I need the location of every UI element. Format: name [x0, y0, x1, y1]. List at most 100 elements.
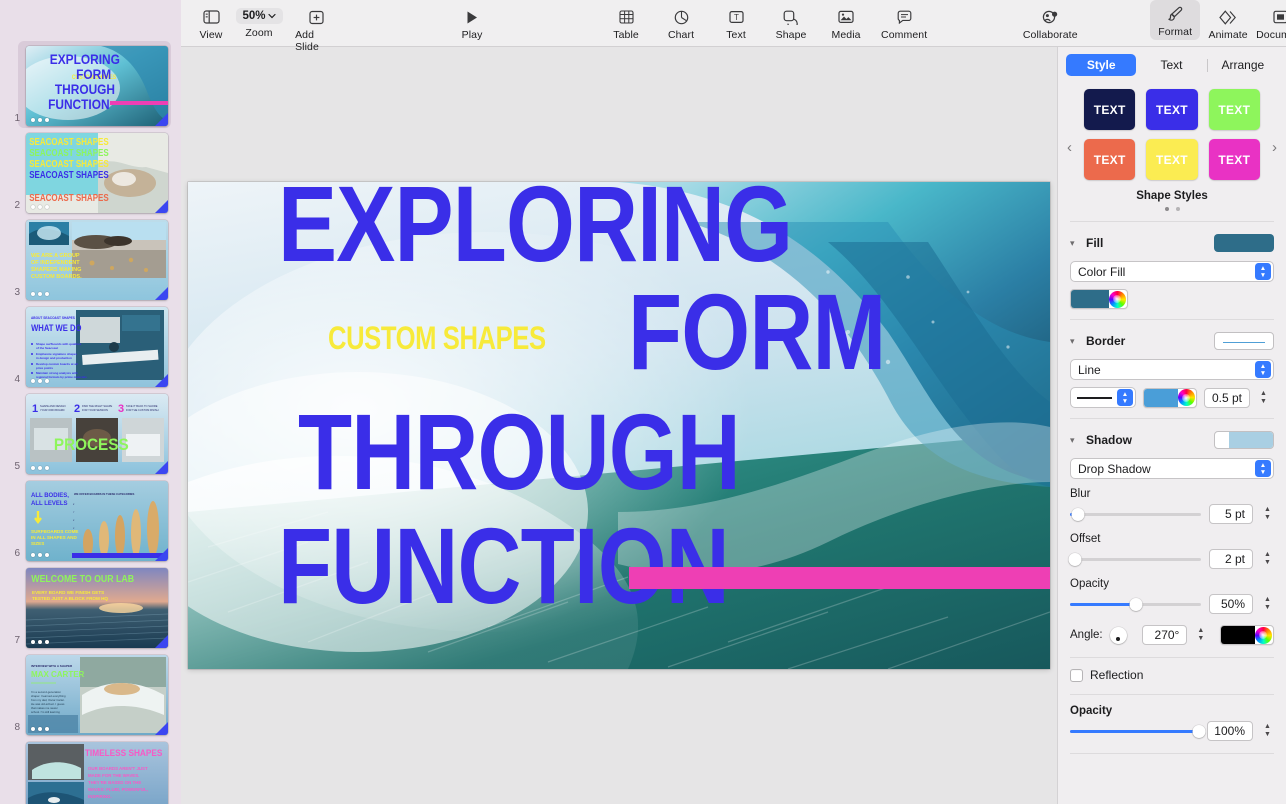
- slide-thumbnail-row[interactable]: 5 1 2 3 SHAPE AND DESIGN YOUR OWN BOARD F…: [0, 388, 181, 474]
- comment-button[interactable]: Comment: [881, 0, 927, 41]
- media-button[interactable]: Media: [826, 0, 866, 41]
- format-button[interactable]: Format: [1150, 0, 1201, 40]
- tab-style[interactable]: Style: [1066, 54, 1137, 76]
- fill-type-select[interactable]: Color Fill ▲ ▼: [1070, 261, 1274, 282]
- chevron-left-icon[interactable]: ‹: [1067, 139, 1072, 156]
- play-button[interactable]: Play: [452, 0, 492, 41]
- slide-thumbnail-row[interactable]: 4 ABOUT SEACOAST SHAPES WHAT WE DO Shape…: [0, 301, 181, 387]
- slide-thumbnail-row[interactable]: 8 INTERVIEW WITH A SHAPER MAX CARTER I'm…: [0, 649, 181, 735]
- table-button[interactable]: Table: [606, 0, 646, 41]
- slide-thumbnail[interactable]: ABOUT SEACOAST SHAPES WHAT WE DO Shape s…: [26, 307, 168, 387]
- slide-subtitle-tag[interactable]: CUSTOM SHAPES: [328, 322, 546, 354]
- border-width-stepper-icon[interactable]: ▲ ▼: [1257, 388, 1270, 408]
- reflection-row[interactable]: Reflection: [1058, 668, 1286, 682]
- pager-dot-2[interactable]: [1175, 207, 1180, 211]
- chevron-right-icon[interactable]: ›: [1272, 139, 1277, 156]
- slide-thumbnail[interactable]: INTERVIEW WITH A SHAPER MAX CARTER I'm a…: [26, 655, 168, 735]
- slide-thumbnail[interactable]: 1 2 3 SHAPE AND DESIGN YOUR OWN BOARD FIN…: [26, 394, 168, 474]
- shadow-opacity-knob[interactable]: [1129, 597, 1142, 611]
- angle-stepper-icon[interactable]: ▲ ▼: [1194, 625, 1207, 645]
- slide-thumbnail[interactable]: SEACOAST SHAPES SEACOAST SHAPES SEACOAST…: [26, 133, 168, 213]
- fill-color-well[interactable]: [1070, 289, 1128, 309]
- border-color-swatch[interactable]: [1144, 388, 1178, 407]
- accent-bar-shape[interactable]: [629, 567, 1050, 589]
- text-button[interactable]: T Text: [716, 0, 756, 41]
- slide-title-line-3[interactable]: THROUGH: [298, 398, 741, 506]
- shape-style-swatch-3[interactable]: TEXT: [1208, 89, 1260, 130]
- shape-style-swatch-2[interactable]: TEXT: [1146, 89, 1198, 130]
- slide-thumbnail-row[interactable]: 2 SEACOAST SHAPES SEACOAST SHAPES SEACOA…: [0, 127, 181, 213]
- shape-style-swatch-5[interactable]: TEXT: [1146, 139, 1198, 180]
- shadow-opacity-stepper-icon[interactable]: ▲ ▼: [1261, 594, 1274, 614]
- slide-thumbnail-row[interactable]: 9 TIMELESS SHAPES OUR BOARDS AREN'T JUST…: [0, 736, 181, 804]
- collaborate-button[interactable]: Collaborate: [1023, 0, 1078, 41]
- shadow-disclosure-icon[interactable]: ▾: [1070, 435, 1080, 446]
- animate-button[interactable]: Animate: [1208, 0, 1248, 41]
- pager-dot-1[interactable]: [1164, 207, 1169, 211]
- tab-text[interactable]: Text: [1136, 54, 1206, 76]
- border-disclosure-icon[interactable]: ▾: [1070, 336, 1080, 347]
- opacity-knob[interactable]: [1192, 724, 1206, 738]
- border-width-field[interactable]: 0.5 pt: [1204, 387, 1250, 408]
- add-slide-button[interactable]: Add Slide: [295, 0, 338, 53]
- border-type-select[interactable]: Line ▲ ▼: [1070, 359, 1274, 380]
- shape-style-swatch-4[interactable]: TEXT: [1084, 139, 1136, 180]
- blur-field[interactable]: 5 pt: [1209, 504, 1253, 524]
- border-section-header[interactable]: ▾ Border: [1058, 330, 1286, 352]
- shadow-color-well[interactable]: [1220, 625, 1274, 645]
- offset-stepper-icon[interactable]: ▲ ▼: [1261, 549, 1274, 569]
- shadow-type-stepper-icon[interactable]: ▲ ▼: [1255, 460, 1271, 477]
- slide-thumbnail[interactable]: WELCOME TO OUR LAB EVERY BOARD WE FINISH…: [26, 568, 168, 648]
- offset-knob[interactable]: [1068, 552, 1082, 566]
- color-wheel-icon[interactable]: [1108, 290, 1126, 308]
- shape-style-swatch-1[interactable]: TEXT: [1084, 89, 1136, 130]
- slide-title-line-1[interactable]: EXPLORING: [278, 182, 793, 278]
- zoom-control[interactable]: 50% Zoom: [235, 0, 283, 39]
- slide-thumbnail-row[interactable]: 3 WE ARE A GROUP OF INDEPENDENT SHAPERS …: [0, 214, 181, 300]
- slide-thumbnail[interactable]: WE ARE A GROUP OF INDEPENDENT SHAPERS MA…: [26, 220, 168, 300]
- opacity-slider[interactable]: [1070, 724, 1206, 738]
- slide-thumbnail-row[interactable]: 7 WELCOME TO OUR LAB EVERY BOARD WE FINI…: [0, 562, 181, 648]
- fill-color-swatch[interactable]: [1071, 290, 1109, 308]
- offset-slider[interactable]: [1068, 552, 1201, 566]
- reflection-checkbox[interactable]: [1070, 668, 1083, 682]
- shadow-opacity-field[interactable]: 50%: [1209, 594, 1253, 614]
- border-color-wheel-icon[interactable]: [1177, 389, 1195, 406]
- blur-stepper-icon[interactable]: ▲ ▼: [1261, 504, 1274, 524]
- border-color-well[interactable]: [1143, 387, 1197, 408]
- shape-styles-pager[interactable]: [1084, 207, 1260, 211]
- slide-thumbnail-row[interactable]: 1 EXPLORING CUSTOM SHAPES FORM THROUGH F…: [0, 40, 181, 128]
- fill-disclosure-icon[interactable]: ▾: [1070, 238, 1080, 249]
- shadow-color-wheel-icon[interactable]: [1254, 626, 1272, 644]
- document-button[interactable]: Document: [1256, 0, 1286, 41]
- zoom-pill[interactable]: 50%: [235, 8, 283, 24]
- offset-field[interactable]: 2 pt: [1209, 549, 1253, 569]
- opacity-stepper-icon[interactable]: ▲ ▼: [1261, 721, 1274, 741]
- blur-knob[interactable]: [1071, 507, 1085, 521]
- chart-button[interactable]: Chart: [661, 0, 701, 41]
- fill-type-stepper-icon[interactable]: ▲ ▼: [1255, 263, 1271, 280]
- shadow-section-header[interactable]: ▾ Shadow: [1058, 429, 1286, 451]
- tab-arrange[interactable]: Arrange: [1208, 54, 1278, 76]
- slide-thumbnail-row[interactable]: 6 ALL BODIES, ALL LEVELS SURFBOARDS COME…: [0, 475, 181, 561]
- angle-dial[interactable]: [1109, 626, 1127, 644]
- slide-thumbnail[interactable]: TIMELESS SHAPES OUR BOARDS AREN'T JUST MA…: [26, 742, 168, 804]
- view-button[interactable]: View: [191, 0, 231, 41]
- blur-slider[interactable]: [1070, 507, 1201, 521]
- slide-navigator[interactable]: 1 EXPLORING CUSTOM SHAPES FORM THROUGH F…: [0, 0, 181, 804]
- slide-thumbnail[interactable]: EXPLORING CUSTOM SHAPES FORM THROUGH FUN…: [26, 46, 168, 126]
- shape-button[interactable]: Shape: [771, 0, 811, 41]
- fill-section-header[interactable]: ▾ Fill: [1058, 232, 1286, 254]
- slide-title-line-2[interactable]: FORM: [628, 278, 886, 386]
- shape-styles-grid[interactable]: TEXT TEXT TEXT TEXT TEXT TEXT: [1084, 89, 1260, 180]
- border-type-stepper-icon[interactable]: ▲ ▼: [1255, 361, 1271, 378]
- shadow-type-select[interactable]: Drop Shadow ▲ ▼: [1070, 458, 1274, 479]
- line-style-stepper-icon[interactable]: ▲ ▼: [1117, 389, 1133, 406]
- slide-canvas[interactable]: EXPLORING FORM CUSTOM SHAPES THROUGH FUN…: [181, 47, 1057, 804]
- slide-thumbnail[interactable]: ALL BODIES, ALL LEVELS SURFBOARDS COME I…: [26, 481, 168, 561]
- angle-field[interactable]: 270°: [1141, 625, 1188, 645]
- shadow-opacity-slider[interactable]: [1070, 597, 1201, 611]
- slide-editing-area[interactable]: EXPLORING FORM CUSTOM SHAPES THROUGH FUN…: [188, 182, 1050, 669]
- slide-title-line-4[interactable]: FUNCTION: [278, 512, 730, 620]
- shape-style-swatch-6[interactable]: TEXT: [1208, 139, 1260, 180]
